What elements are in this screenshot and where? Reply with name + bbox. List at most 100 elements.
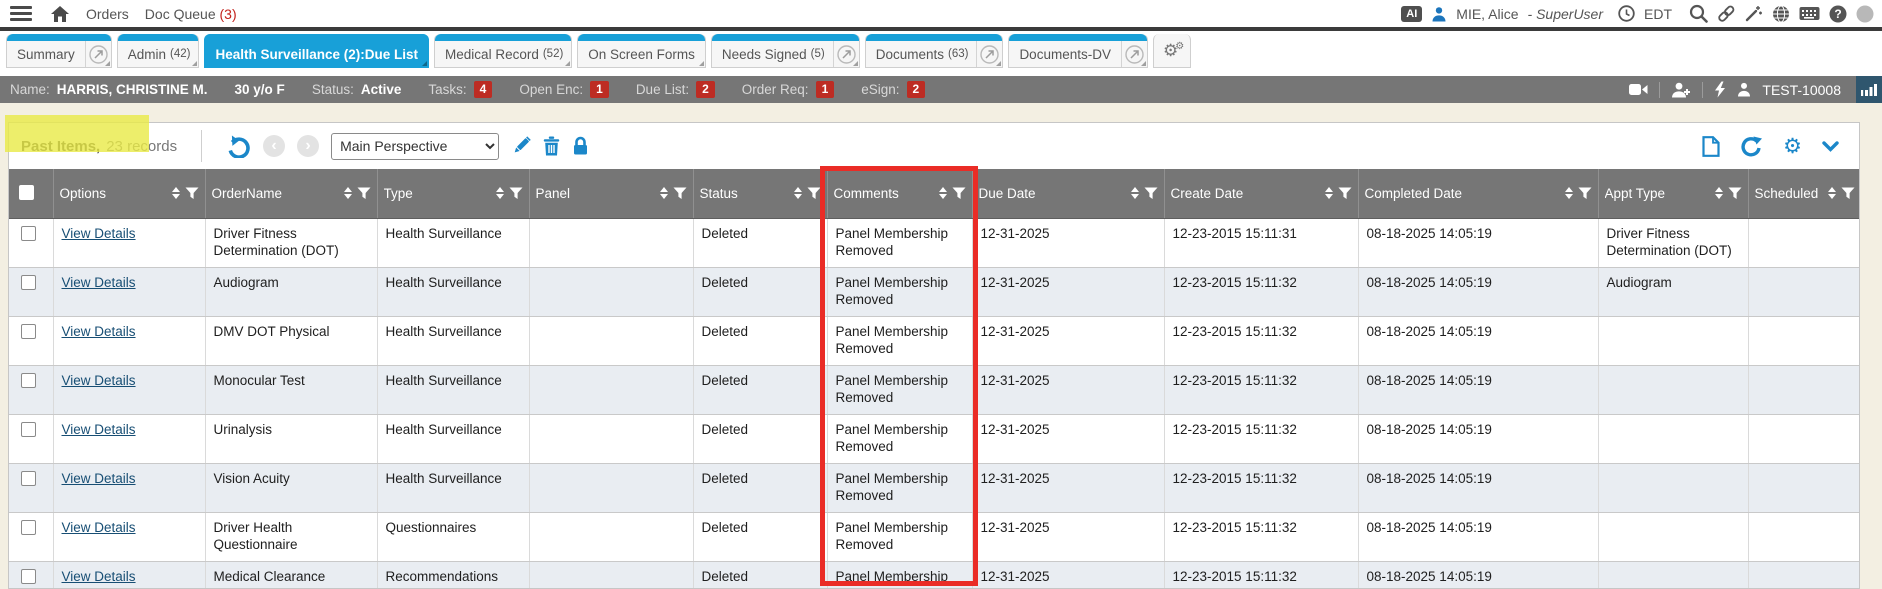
- perspective-select[interactable]: Main Perspective: [331, 133, 499, 160]
- lock-icon[interactable]: [572, 136, 589, 156]
- tab-documents-dv[interactable]: Documents-DV: [1008, 34, 1148, 68]
- filter-funnel-icon[interactable]: [807, 187, 821, 200]
- filter-funnel-icon[interactable]: [1338, 187, 1352, 200]
- view-details-link[interactable]: View Details: [62, 471, 136, 486]
- column-header-scheduled[interactable]: Scheduled: [1748, 169, 1860, 218]
- undo-icon[interactable]: [226, 135, 251, 158]
- tab-label: Health Surveillance (2):Due List: [205, 47, 428, 62]
- forward-arrow-icon[interactable]: ›: [297, 135, 319, 157]
- row-checkbox[interactable]: [21, 520, 36, 535]
- breadcrumb-doc-queue[interactable]: Doc Queue (3): [145, 6, 237, 22]
- settings-gear-icon[interactable]: ⚙: [1783, 136, 1802, 157]
- tab-needs-signed[interactable]: Needs Signed(5): [711, 34, 860, 68]
- view-details-link[interactable]: View Details: [62, 520, 136, 535]
- view-details-link[interactable]: View Details: [62, 422, 136, 437]
- row-checkbox[interactable]: [21, 275, 36, 290]
- separator: [1702, 82, 1703, 98]
- new-document-icon[interactable]: [1702, 136, 1720, 157]
- ai-button[interactable]: AI: [1401, 6, 1422, 22]
- tab-medical-record[interactable]: Medical Record(52): [434, 34, 572, 68]
- count-badge[interactable]: 2: [696, 81, 715, 98]
- view-details-link[interactable]: View Details: [62, 275, 136, 290]
- column-header-due-date[interactable]: Due Date: [972, 169, 1164, 218]
- tab-health-surveillance-2-due-list[interactable]: Health Surveillance (2):Due List: [204, 34, 429, 68]
- filter-funnel-icon[interactable]: [185, 187, 199, 200]
- column-header-completed-date[interactable]: Completed Date: [1358, 169, 1598, 218]
- breadcrumb-orders[interactable]: Orders: [86, 6, 129, 22]
- select-all-checkbox[interactable]: [19, 185, 34, 200]
- wand-icon[interactable]: [1745, 5, 1763, 22]
- sort-icon[interactable]: [1715, 187, 1723, 199]
- sort-icon[interactable]: [1565, 187, 1573, 199]
- filter-funnel-icon[interactable]: [673, 187, 687, 200]
- count-badge[interactable]: 4: [474, 81, 493, 98]
- sort-icon[interactable]: [1131, 187, 1139, 199]
- view-details-link[interactable]: View Details: [62, 324, 136, 339]
- sort-icon[interactable]: [344, 187, 352, 199]
- add-person-icon[interactable]: [1671, 82, 1691, 98]
- tab-on-screen-forms[interactable]: On Screen Forms: [577, 34, 706, 68]
- tab-admin[interactable]: Admin(42): [117, 34, 200, 68]
- filter-funnel-icon[interactable]: [357, 187, 371, 200]
- row-checkbox[interactable]: [21, 569, 36, 584]
- cell-appt: [1598, 463, 1748, 512]
- sort-icon[interactable]: [172, 187, 180, 199]
- cell-text: 08-18-2025 14:05:19: [1367, 520, 1492, 535]
- count-badge[interactable]: 1: [816, 81, 835, 98]
- lightning-icon[interactable]: [1714, 81, 1726, 98]
- link-icon[interactable]: [1717, 5, 1736, 22]
- column-label: Comments: [834, 186, 899, 201]
- edit-pencil-icon[interactable]: [511, 136, 531, 156]
- column-header-comments[interactable]: Comments: [827, 169, 972, 218]
- sort-icon[interactable]: [660, 187, 668, 199]
- cell-text: 12-23-2015 15:11:32: [1173, 324, 1297, 339]
- view-details-link[interactable]: View Details: [62, 226, 136, 241]
- keyboard-icon[interactable]: [1799, 6, 1820, 21]
- session-icon[interactable]: [1856, 5, 1874, 23]
- sort-icon[interactable]: [1325, 187, 1333, 199]
- sort-icon[interactable]: [496, 187, 504, 199]
- cell-due: 12-31-2025: [972, 463, 1164, 512]
- filter-funnel-icon[interactable]: [1144, 187, 1158, 200]
- count-badge[interactable]: 2: [907, 81, 926, 98]
- count-badge[interactable]: 1: [590, 81, 609, 98]
- filter-funnel-icon[interactable]: [1841, 187, 1855, 200]
- filter-funnel-icon[interactable]: [1728, 187, 1742, 200]
- tab-documents[interactable]: Documents(63): [865, 34, 1004, 68]
- row-checkbox[interactable]: [21, 471, 36, 486]
- delete-trash-icon[interactable]: [543, 136, 560, 156]
- row-checkbox[interactable]: [21, 226, 36, 241]
- filter-funnel-icon[interactable]: [509, 187, 523, 200]
- tab-summary[interactable]: Summary: [6, 34, 112, 68]
- chart-stats-icon[interactable]: [1856, 76, 1882, 103]
- back-arrow-icon[interactable]: ‹: [263, 135, 285, 157]
- sort-icon[interactable]: [939, 187, 947, 199]
- patient-field: Name:HARRIS, CHRISTINE M.: [10, 82, 208, 97]
- column-header-status[interactable]: Status: [693, 169, 827, 218]
- filter-funnel-icon[interactable]: [952, 187, 966, 200]
- column-header-create-date[interactable]: Create Date: [1164, 169, 1358, 218]
- sort-icon[interactable]: [794, 187, 802, 199]
- column-header-panel[interactable]: Panel: [529, 169, 693, 218]
- column-header-options[interactable]: Options: [53, 169, 205, 218]
- view-details-link[interactable]: View Details: [62, 373, 136, 388]
- column-header-type[interactable]: Type: [377, 169, 529, 218]
- row-checkbox[interactable]: [21, 422, 36, 437]
- row-checkbox[interactable]: [21, 324, 36, 339]
- help-icon[interactable]: ?: [1829, 5, 1847, 23]
- filter-funnel-icon[interactable]: [1578, 187, 1592, 200]
- cell-text: 12-23-2015 15:11:31: [1173, 226, 1297, 241]
- tab-settings-gears[interactable]: ⚙⚙: [1153, 34, 1191, 68]
- home-icon[interactable]: [50, 5, 70, 23]
- search-icon[interactable]: [1689, 4, 1708, 23]
- globe-icon[interactable]: [1772, 5, 1790, 23]
- sort-icon[interactable]: [1828, 187, 1836, 199]
- refresh-icon[interactable]: [1740, 136, 1763, 157]
- column-header-appt-type[interactable]: Appt Type: [1598, 169, 1748, 218]
- menu-icon[interactable]: [8, 4, 34, 23]
- video-camera-icon[interactable]: [1629, 83, 1648, 96]
- row-checkbox[interactable]: [21, 373, 36, 388]
- view-details-link[interactable]: View Details: [62, 569, 136, 584]
- collapse-chevron-icon[interactable]: [1822, 141, 1839, 152]
- column-header-ordername[interactable]: OrderName: [205, 169, 377, 218]
